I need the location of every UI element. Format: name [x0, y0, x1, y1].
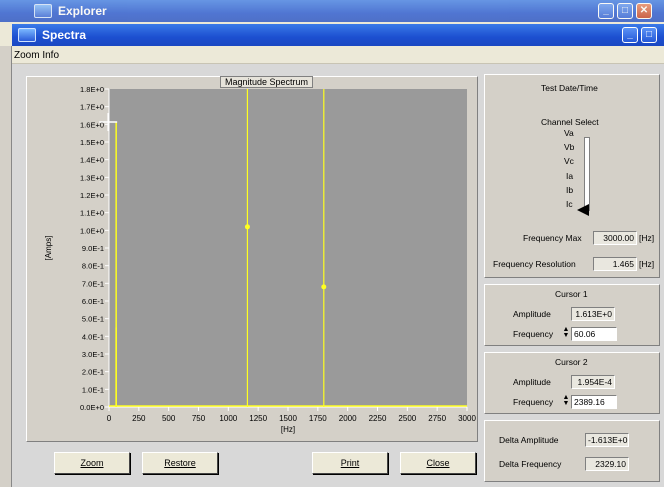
- cursor2-panel: Cursor 2 Amplitude 1.954E-4 Frequency ▲ ▼…: [484, 352, 660, 414]
- x-tick-label: 1250: [249, 414, 267, 423]
- menu-zoom-info[interactable]: Zoom Info: [14, 50, 59, 61]
- explorer-maximize-button[interactable]: □: [617, 3, 633, 19]
- y-tick-label: 9.0E-1: [82, 244, 104, 253]
- cursor2-title: Cursor 2: [555, 357, 588, 367]
- plot-title: Magnitude Spectrum: [220, 76, 314, 88]
- zoom-button[interactable]: Zoom: [54, 452, 130, 474]
- channel-ic[interactable]: Ic: [566, 199, 573, 209]
- x-tick-label: 2750: [428, 414, 446, 423]
- delta-panel: Delta Amplitude -1.613E+0 Delta Frequenc…: [484, 420, 660, 482]
- y-tick-label: 4.0E-1: [82, 332, 104, 341]
- y-axis-label: [Amps]: [44, 236, 53, 261]
- cursor1-title: Cursor 1: [555, 289, 588, 299]
- y-tick-label: 0.0E+0: [80, 403, 104, 412]
- spectra-app-icon: [18, 28, 36, 42]
- freq-max-label: Frequency Max: [523, 233, 582, 243]
- maximize-button[interactable]: □: [641, 27, 657, 43]
- cursor1-amplitude-label: Amplitude: [513, 309, 551, 319]
- menubar: Zoom Info: [12, 48, 664, 64]
- settings-panel: Test Date/Time Channel Select Va Vb Vc I…: [484, 74, 660, 278]
- explorer-titlebar: Explorer _ □ ✕: [0, 0, 664, 22]
- freq-max-unit: [Hz]: [639, 233, 655, 243]
- spectra-titlebar: Spectra _ □: [12, 24, 664, 46]
- y-tick-label: 8.0E-1: [82, 262, 104, 271]
- explorer-minimize-button[interactable]: _: [598, 3, 614, 19]
- magnitude-spectrum-panel: 1.8E+0 1.7E+0 1.6E+0 1.5E+0 1.4E+0 1.3E+0 1.2E…: [26, 76, 478, 442]
- x-tick-label: 1500: [279, 414, 297, 423]
- channel-ib[interactable]: Ib: [566, 185, 573, 195]
- restore-button[interactable]: Restore: [142, 452, 218, 474]
- cursor1-panel: Cursor 1 Amplitude 1.613E+0 Frequency ▲ ▼…: [484, 284, 660, 346]
- delta-frequency-label: Delta Frequency: [499, 459, 562, 469]
- spectrum-chart[interactable]: 1.8E+01.7E+01.6E+01.5E+01.4E+01.3E+01.2E…: [27, 77, 479, 443]
- x-tick-label: 250: [132, 414, 146, 423]
- x-tick-label: 2500: [398, 414, 416, 423]
- test-date-label: Test Date/Time: [541, 83, 598, 93]
- explorer-close-button[interactable]: ✕: [636, 3, 652, 19]
- print-button[interactable]: Print: [312, 452, 388, 474]
- y-tick-label: 7.0E-1: [82, 279, 104, 288]
- y-tick-label: 1.2E+0: [80, 191, 104, 200]
- cursor2-amplitude-label: Amplitude: [513, 377, 551, 387]
- x-tick-label: 0: [107, 414, 112, 423]
- channel-va[interactable]: Va: [564, 128, 574, 138]
- x-tick-label: 750: [192, 414, 206, 423]
- x-tick-label: 2250: [369, 414, 387, 423]
- y-tick-label: 1.0E-1: [82, 385, 104, 394]
- window-title: Spectra: [42, 28, 87, 42]
- left-window-edge: [0, 46, 12, 487]
- minimize-button[interactable]: _: [622, 27, 638, 43]
- x-tick-label: 500: [162, 414, 176, 423]
- cursor1-frequency-input[interactable]: 60.06: [571, 327, 617, 341]
- client-area: 1.8E+0 1.7E+0 1.6E+0 1.5E+0 1.4E+0 1.3E+0 1.2E…: [12, 64, 664, 487]
- y-tick-label: 1.8E+0: [80, 85, 104, 94]
- freq-res-field: 1.465: [593, 257, 637, 271]
- channel-vb[interactable]: Vb: [564, 142, 574, 152]
- y-tick-label: 6.0E-1: [82, 297, 104, 306]
- bottom-button-bar: Zoom Restore Print Close: [26, 452, 478, 482]
- y-tick-label: 1.4E+0: [80, 156, 104, 165]
- cursor1-frequency-spinner[interactable]: ▲ ▼: [562, 326, 570, 341]
- y-tick-label: 1.5E+0: [80, 138, 104, 147]
- x-tick-label: 2000: [339, 414, 357, 423]
- cursor2-frequency-input[interactable]: 2389.16: [571, 395, 617, 409]
- cursor2-amplitude-field: 1.954E-4: [571, 375, 615, 389]
- cursor2-frequency-spinner[interactable]: ▲ ▼: [562, 394, 570, 409]
- y-tick-label: 5.0E-1: [82, 315, 104, 324]
- plot-background: [109, 89, 467, 407]
- freq-res-unit: [Hz]: [639, 259, 655, 269]
- y-tick-label: 1.7E+0: [80, 103, 104, 112]
- close-button[interactable]: Close: [400, 452, 476, 474]
- x-axis-label: [Hz]: [281, 425, 295, 434]
- cursor-marker-2: [321, 284, 327, 290]
- channel-slider-thumb[interactable]: [577, 204, 589, 216]
- channel-select-label: Channel Select: [541, 117, 599, 127]
- y-tick-label: 1.1E+0: [80, 209, 104, 218]
- cursor1-amplitude-field: 1.613E+0: [571, 307, 615, 321]
- delta-frequency-field: 2329.10: [585, 457, 629, 471]
- y-tick-label: 3.0E-1: [82, 350, 104, 359]
- x-tick-label: 1750: [309, 414, 327, 423]
- delta-amplitude-label: Delta Amplitude: [499, 435, 559, 445]
- delta-amplitude-field: -1.613E+0: [585, 433, 629, 447]
- freq-res-label: Frequency Resolution: [493, 259, 576, 269]
- explorer-title: Explorer: [58, 4, 107, 18]
- x-tick-label: 3000: [458, 414, 476, 423]
- x-tick-label: 1000: [219, 414, 237, 423]
- y-tick-label: 1.0E+0: [80, 226, 104, 235]
- y-tick-label: 2.0E-1: [82, 368, 104, 377]
- channel-vc[interactable]: Vc: [564, 156, 574, 166]
- y-tick-label: 1.3E+0: [80, 173, 104, 182]
- cursor1-frequency-label: Frequency: [513, 329, 554, 339]
- freq-max-field[interactable]: 3000.00: [593, 231, 637, 245]
- cursor-marker-1: [244, 224, 250, 230]
- channel-slider-track[interactable]: [584, 137, 590, 211]
- channel-ia[interactable]: Ia: [566, 171, 573, 181]
- cursor2-frequency-label: Frequency: [513, 397, 554, 407]
- explorer-app-icon: [34, 4, 52, 18]
